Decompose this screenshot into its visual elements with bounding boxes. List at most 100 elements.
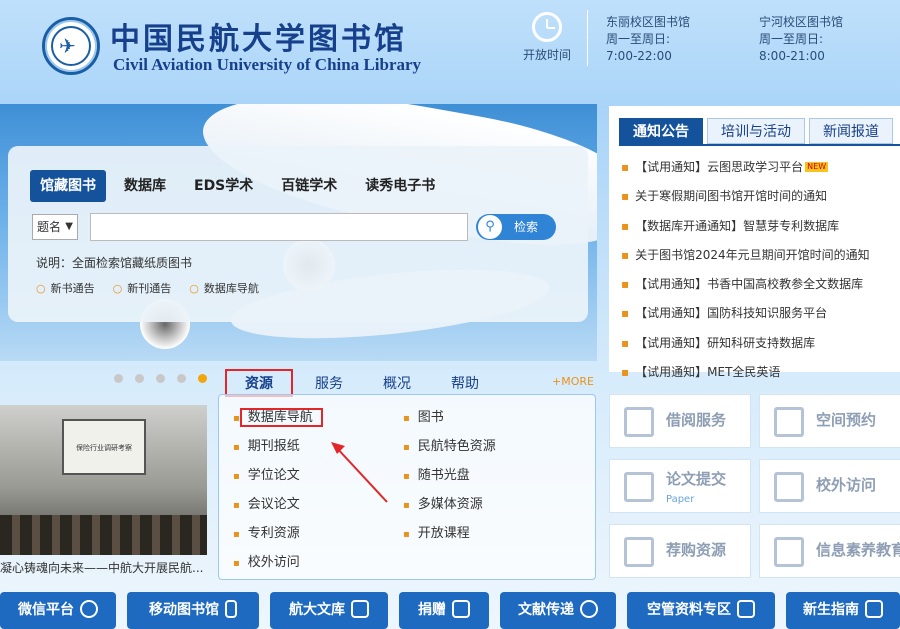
new-badge: NEW [805, 162, 829, 172]
carousel-dot-active[interactable] [198, 374, 207, 383]
campus-name: 宁河校区图书馆 [759, 15, 844, 29]
tile-borrowing[interactable]: 借阅服务 [609, 394, 751, 448]
bottom-quick-bar: 微信平台 移动图书馆 航大文库 捐赠 文献传递 空管资料专区 新生指南 [0, 592, 900, 629]
logo-english-title[interactable]: Civil Aviation University of China Libra… [113, 55, 421, 75]
carousel-dot[interactable] [156, 374, 165, 383]
tab-overview[interactable]: 概况 [383, 373, 411, 393]
clock-icon [532, 12, 562, 42]
btn-mobile-library[interactable]: 移动图书馆 [127, 592, 259, 629]
borrow-icon [624, 407, 654, 437]
search-tab-duxiu[interactable]: 读秀电子书 [355, 170, 445, 202]
search-tab-database[interactable]: 数据库 [114, 170, 176, 202]
news-photo[interactable]: 保险行业调研考察 [0, 405, 207, 555]
books-icon [774, 472, 804, 502]
chevron-down-icon: ▼ [65, 221, 73, 232]
search-button-label: 检索 [514, 220, 539, 234]
notice-item[interactable]: 【试用通知】研知科研支持数据库 [621, 329, 897, 358]
search-button[interactable]: ⚲ 检索 [476, 214, 556, 240]
tab-help[interactable]: 帮助 [451, 373, 479, 393]
resource-item[interactable]: 学位论文 [233, 461, 323, 490]
search-tabs: 馆藏图书 数据库 EDS学术 百链学术 读秀电子书 [30, 170, 453, 202]
university-seal-logo[interactable]: ✈ [42, 17, 100, 75]
graduation-cap-icon [351, 600, 369, 618]
notice-item[interactable]: 关于图书馆2024年元旦期间开馆时间的通知 [621, 241, 897, 270]
search-input[interactable] [90, 213, 468, 241]
notice-item[interactable]: 【试用通知】云图思政学习平台NEW [621, 153, 897, 182]
link-new-books[interactable]: 新书通告 [36, 280, 95, 296]
tile-space-booking[interactable]: 空间预约 [759, 394, 900, 448]
resource-item[interactable]: 图书 [403, 403, 496, 432]
tab-news[interactable]: 新闻报道 [809, 118, 893, 144]
red-arrow-annotation [331, 442, 388, 503]
carousel-dot[interactable] [177, 374, 186, 383]
btn-repository[interactable]: 航大文库 [270, 592, 388, 629]
btn-label: 新生指南 [803, 602, 859, 618]
resource-item[interactable]: 开放课程 [403, 519, 496, 548]
link-new-journals[interactable]: 新刊通告 [113, 280, 171, 296]
news-photo-caption[interactable]: 凝心铸魂向未来——中航大开展民航... [0, 559, 207, 576]
tile-label: 信息素养教育 [816, 541, 900, 559]
resource-item[interactable]: 民航特色资源 [403, 432, 496, 461]
btn-label: 文献传递 [518, 602, 574, 618]
tile-recommend[interactable]: 荐购资源 [609, 524, 751, 578]
resource-item[interactable]: 数据库导航 [233, 403, 323, 432]
btn-document-delivery[interactable]: 文献传递 [500, 592, 616, 629]
notice-item[interactable]: 【试用通知】国防科技知识服务平台 [621, 299, 897, 328]
hero-banner: 馆藏图书 数据库 EDS学术 百链学术 读秀电子书 题名 ▼ ⚲ 检索 说明：全… [0, 104, 597, 361]
btn-wechat[interactable]: 微信平台 [0, 592, 116, 629]
header-divider [587, 10, 588, 66]
notice-item[interactable]: 【试用通知】书香中国高校教参全文数据库 [621, 270, 897, 299]
btn-freshman-guide[interactable]: 新生指南 [786, 592, 900, 629]
search-tab-eds[interactable]: EDS学术 [184, 170, 263, 202]
tab-training[interactable]: 培训与活动 [707, 118, 805, 144]
notice-tab-underline [619, 144, 900, 146]
presentation-screen: 保险行业调研考察 [62, 419, 146, 475]
tile-sublabel: Paper [666, 494, 695, 505]
screen-text: 保险行业调研考察 [76, 444, 132, 452]
btn-label: 航大文库 [289, 602, 345, 618]
notice-item-text: 【试用通知】云图思政学习平台 [635, 160, 804, 174]
btn-label: 移动图书馆 [149, 602, 219, 618]
tile-info-literacy[interactable]: 信息素养教育 [759, 524, 900, 578]
notice-item[interactable]: 【试用通知】MET全民英语 [621, 358, 897, 387]
wechat-icon [80, 600, 98, 618]
link-database-nav[interactable]: 数据库导航 [189, 280, 259, 296]
btn-label: 捐赠 [418, 602, 446, 618]
resource-item[interactable]: 多媒体资源 [403, 490, 496, 519]
resource-item[interactable]: 专利资源 [233, 519, 323, 548]
tile-offcampus[interactable]: 校外访问 [759, 459, 900, 513]
search-icon: ⚲ [478, 215, 502, 239]
tab-services[interactable]: 服务 [315, 373, 343, 393]
notice-item[interactable]: 【数据库开通通知】智慧芽专利数据库 [621, 212, 897, 241]
btn-atc-materials[interactable]: 空管资料专区 [627, 592, 775, 629]
btn-donation[interactable]: 捐赠 [399, 592, 489, 629]
campus-days: 周一至周日: [606, 32, 671, 46]
search-field-select[interactable]: 题名 ▼ [32, 214, 78, 240]
more-link[interactable]: +MORE [552, 375, 594, 388]
tile-label: 空间预约 [816, 411, 877, 429]
search-tab-catalog[interactable]: 馆藏图书 [30, 170, 106, 202]
carousel-dot[interactable] [114, 374, 123, 383]
header: ✈ 中国民航大学图书馆 Civil Aviation University of… [0, 0, 900, 100]
btn-label: 空管资料专区 [647, 602, 731, 618]
resource-item[interactable]: 随书光盘 [403, 461, 496, 490]
notice-item[interactable]: 关于寒假期间图书馆开馆时间的通知 [621, 182, 897, 211]
tab-notices[interactable]: 通知公告 [619, 118, 703, 144]
tab-resources[interactable]: 资源 [225, 369, 293, 397]
logo-chinese-title[interactable]: 中国民航大学图书馆 [110, 14, 407, 58]
tile-thesis-submit[interactable]: 论文提交 Paper [609, 459, 751, 513]
space-booking-icon [774, 407, 804, 437]
resource-item[interactable]: 期刊报纸 [233, 432, 323, 461]
campus-name: 东丽校区图书馆 [606, 15, 691, 29]
tile-label: 荐购资源 [666, 541, 727, 559]
guide-book-icon [865, 600, 883, 618]
carousel-dots [114, 374, 219, 383]
search-tab-bailian[interactable]: 百链学术 [271, 170, 347, 202]
notice-list: 【试用通知】云图思政学习平台NEW 关于寒假期间图书馆开馆时间的通知 【数据库开… [621, 153, 897, 387]
carousel-dot[interactable] [135, 374, 144, 383]
search-card: 馆藏图书 数据库 EDS学术 百链学术 读秀电子书 题名 ▼ ⚲ 检索 说明：全… [8, 146, 588, 322]
campus-hours-dongli: 东丽校区图书馆 周一至周日: 7:00-22:00 [606, 14, 690, 65]
campus-hours-ninghe: 宁河校区图书馆 周一至周日: 8:00-21:00 [759, 14, 843, 65]
resource-item[interactable]: 校外访问 [233, 548, 323, 577]
resource-item[interactable]: 会议论文 [233, 490, 323, 519]
